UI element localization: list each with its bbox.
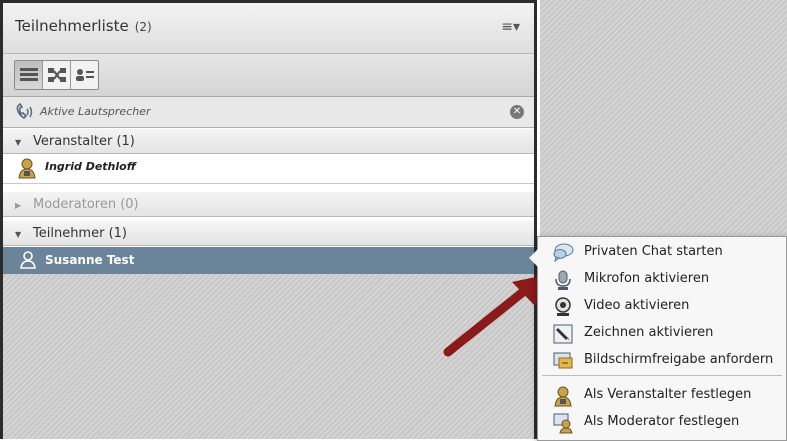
menu-item-label: Zeichnen aktivieren (584, 325, 714, 340)
list-view-button[interactable] (15, 61, 43, 89)
panel-title-text: Teilnehmerliste (15, 17, 129, 35)
chevron-down-icon[interactable]: ▼ (15, 230, 21, 239)
active-speakers-bar: Aktive Lautsprecher ✕ (3, 97, 534, 128)
phone-speaker-icon (15, 102, 35, 125)
attendee-panel: Teilnehmerliste (2) ≡▾ Aktive Lautspreche… (0, 0, 537, 439)
breakout-icon (47, 68, 66, 82)
breakout-view-button[interactable] (43, 61, 71, 89)
menu-item-label: Mikrofon aktivieren (584, 271, 710, 286)
close-icon[interactable]: ✕ (510, 105, 524, 119)
webcam-icon (552, 296, 574, 322)
attendee-row[interactable]: Ingrid Dethloff (3, 154, 534, 184)
menu-divider (542, 375, 782, 376)
list-view-icon (19, 68, 38, 81)
attendee-list-icon (75, 69, 94, 81)
menu-item-label: Video aktivieren (584, 298, 690, 313)
user-icon (19, 250, 37, 274)
group-participants-label: Teilnehmer (1) (33, 226, 127, 241)
menu-item-label: Als Veranstalter festlegen (584, 387, 752, 402)
active-speakers-label: Aktive Lautsprecher (40, 105, 151, 118)
menu-item-set-host[interactable]: Als Veranstalter festlegen (538, 382, 786, 408)
attendee-view-button[interactable] (71, 61, 98, 89)
participant-member-name: Susanne Test (45, 253, 135, 267)
context-menu: Privaten Chat starten Mikrofon aktiviere… (529, 236, 787, 441)
microphone-icon (552, 269, 574, 295)
chevron-right-icon[interactable]: ▶ (15, 201, 21, 210)
presenter-user-icon (552, 412, 574, 438)
pencil-draw-icon (552, 323, 574, 349)
menu-item-label: Als Moderator festlegen (584, 414, 740, 429)
menu-item-set-presenter[interactable]: Als Moderator festlegen (538, 409, 786, 435)
screen-share-icon (552, 350, 574, 376)
chat-bubble-icon (552, 242, 574, 266)
view-button-group (14, 60, 99, 90)
menu-item-label: Privaten Chat starten (584, 244, 723, 259)
host-member-name: Ingrid Dethloff (45, 160, 136, 173)
menu-item-video[interactable]: Video aktivieren (538, 293, 786, 319)
group-participants[interactable]: ▼ Teilnehmer (1) (3, 220, 534, 246)
panel-title: Teilnehmerliste (2) (15, 17, 152, 35)
panel-title-bar: Teilnehmerliste (2) ≡▾ (3, 3, 534, 54)
host-user-icon (552, 385, 574, 411)
annotation-arrow-icon (443, 275, 545, 357)
menu-item-draw[interactable]: Zeichnen aktivieren (538, 320, 786, 346)
menu-item-label: Bildschirmfreigabe anfordern (584, 352, 774, 367)
group-host[interactable]: ▼ Veranstalter (1) (3, 128, 534, 154)
group-presenter-label: Moderatoren (0) (33, 197, 139, 212)
group-presenter[interactable]: ▶ Moderatoren (0) (3, 191, 534, 217)
menu-item-private-chat[interactable]: Privaten Chat starten (538, 239, 786, 265)
chevron-down-icon[interactable]: ▼ (15, 138, 21, 147)
menu-item-screen-share[interactable]: Bildschirmfreigabe anfordern (538, 347, 786, 373)
view-toolbar (3, 54, 534, 97)
menu-pointer (529, 249, 538, 267)
list-menu-icon[interactable]: ≡▾ (501, 19, 520, 35)
menu-item-microphone[interactable]: Mikrofon aktivieren (538, 266, 786, 292)
host-user-icon (17, 157, 37, 183)
group-host-label: Veranstalter (1) (33, 134, 135, 149)
attendee-count: (2) (134, 20, 152, 34)
